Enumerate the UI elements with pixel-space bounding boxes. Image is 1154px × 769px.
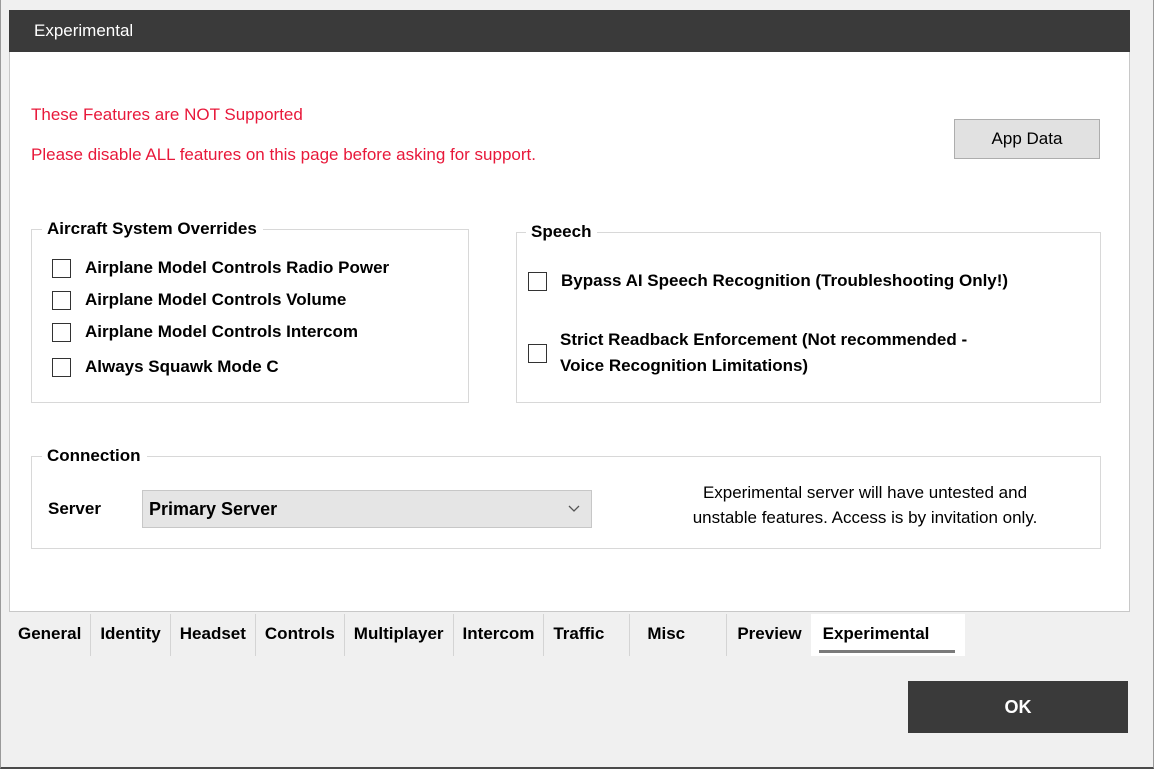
tab-controls[interactable]: Controls	[255, 614, 345, 656]
speech-title: Speech	[526, 221, 598, 243]
checkbox-radio-power[interactable]: Airplane Model Controls Radio Power	[52, 258, 389, 278]
tab-experimental[interactable]: Experimental	[810, 614, 965, 656]
active-tab-underline	[818, 650, 955, 653]
experimental-server-note-line2: unstable features. Access is by invitati…	[692, 508, 1038, 527]
tab-experimental-label: Experimental	[822, 624, 930, 643]
tab-misc[interactable]: Misc	[630, 614, 728, 656]
checkbox-volume-label: Airplane Model Controls Volume	[85, 290, 347, 309]
checkbox-radio-power-box[interactable]	[52, 258, 71, 278]
tab-identity[interactable]: Identity	[91, 614, 171, 656]
tab-preview[interactable]: Preview	[727, 614, 811, 656]
checkbox-bypass-ai-speech[interactable]: Bypass AI Speech Recognition (Troublesho…	[528, 271, 1008, 291]
checkbox-squawk-mode-c-label: Always Squawk Mode C	[85, 357, 279, 376]
tab-traffic[interactable]: Traffic	[544, 614, 631, 656]
tab-general[interactable]: General	[9, 614, 92, 656]
chevron-down-icon	[567, 491, 581, 540]
checkbox-radio-power-label: Airplane Model Controls Radio Power	[85, 258, 390, 277]
checkbox-intercom-box[interactable]	[52, 322, 71, 342]
tab-headset[interactable]: Headset	[170, 614, 256, 656]
strict-readback-line2: Voice Recognition Limitations)	[560, 356, 809, 375]
ok-button[interactable]: OK	[908, 681, 1128, 733]
tab-bar: General Identity Headset Controls Multip…	[9, 614, 965, 656]
aircraft-overrides-title: Aircraft System Overrides	[42, 218, 263, 240]
server-label: Server	[48, 499, 101, 518]
checkbox-strict-readback-label: Strict Readback Enforcement (Not recomme…	[560, 327, 967, 379]
checkbox-squawk-mode-c-box[interactable]	[52, 357, 71, 377]
connection-title: Connection	[42, 445, 147, 467]
server-select[interactable]: Primary Server	[142, 490, 592, 528]
checkbox-intercom[interactable]: Airplane Model Controls Intercom	[52, 322, 358, 342]
server-select-value: Primary Server	[149, 499, 278, 519]
checkbox-strict-readback-box[interactable]	[528, 344, 547, 363]
warning-disable-features: Please disable ALL features on this page…	[31, 145, 536, 164]
checkbox-bypass-ai-speech-label: Bypass AI Speech Recognition (Troublesho…	[561, 271, 1009, 290]
checkbox-intercom-label: Airplane Model Controls Intercom	[85, 322, 358, 341]
checkbox-squawk-mode-c[interactable]: Always Squawk Mode C	[52, 357, 279, 377]
experimental-server-note-line1: Experimental server will have untested a…	[702, 483, 1028, 502]
tab-multiplayer[interactable]: Multiplayer	[344, 614, 454, 656]
strict-readback-line1: Strict Readback Enforcement (Not recomme…	[560, 330, 968, 349]
app-data-button[interactable]: App Data	[954, 119, 1100, 159]
checkbox-volume[interactable]: Airplane Model Controls Volume	[52, 290, 346, 310]
checkbox-volume-box[interactable]	[52, 290, 71, 310]
panel-title: Experimental	[9, 10, 1130, 52]
tab-intercom[interactable]: Intercom	[453, 614, 545, 656]
checkbox-bypass-ai-speech-box[interactable]	[528, 271, 547, 291]
warning-unsupported: These Features are NOT Supported	[31, 105, 303, 124]
experimental-server-note: Experimental server will have untested a…	[645, 480, 1085, 530]
